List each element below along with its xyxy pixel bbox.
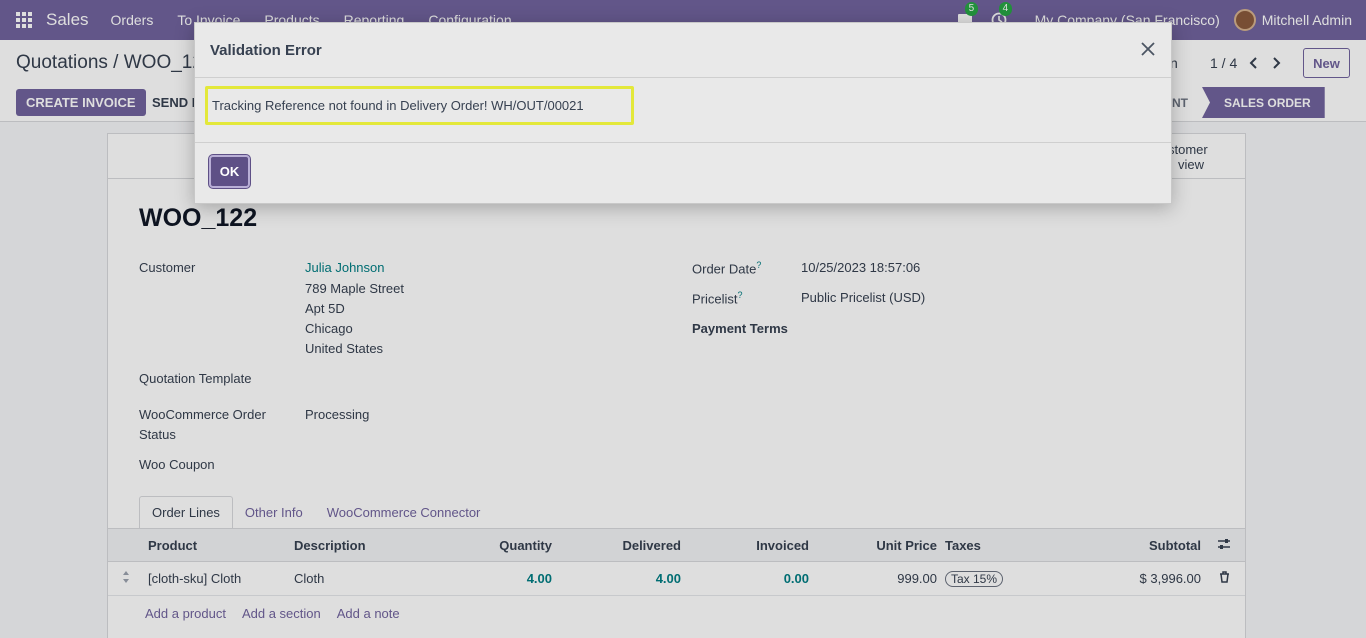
dialog-body: Tracking Reference not found in Delivery…: [195, 78, 1171, 143]
dialog-footer: OK: [195, 143, 1171, 204]
ok-button[interactable]: OK: [209, 155, 250, 188]
error-message: Tracking Reference not found in Delivery…: [205, 86, 634, 125]
dialog-title: Validation Error: [210, 41, 322, 59]
close-icon[interactable]: [1139, 40, 1157, 58]
validation-error-dialog: Validation Error Tracking Reference not …: [194, 22, 1172, 204]
dialog-header: Validation Error: [195, 23, 1171, 78]
